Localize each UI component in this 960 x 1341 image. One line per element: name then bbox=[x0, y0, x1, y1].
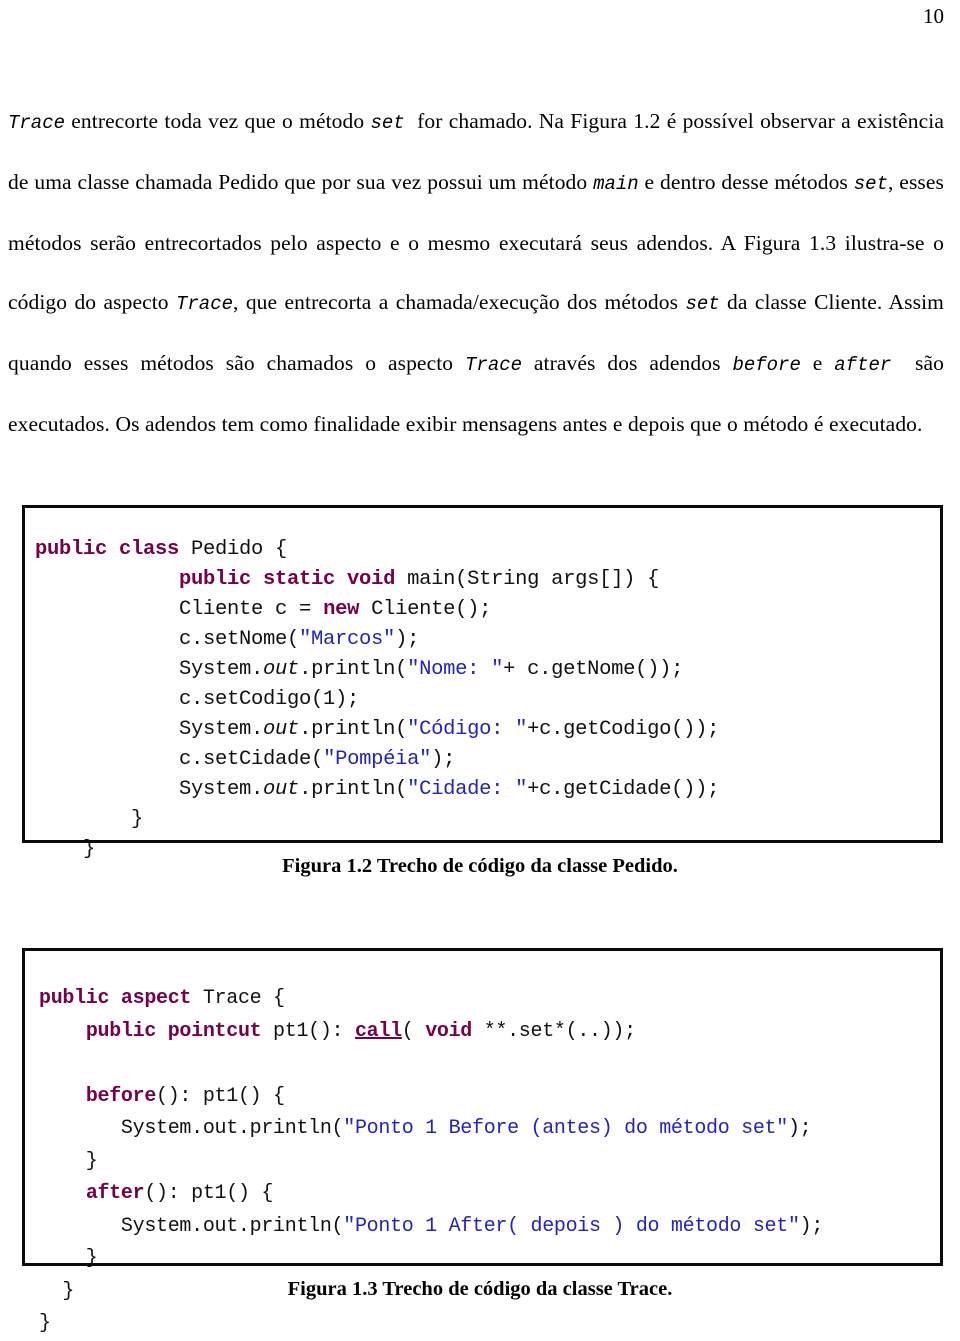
figure-1-2-code-box: public class Pedido { public static void… bbox=[22, 505, 943, 861]
inline-code-set-3: set bbox=[685, 293, 720, 315]
inline-code-main: main bbox=[593, 173, 639, 195]
code-listing-pedido: public class Pedido { public static void… bbox=[35, 537, 720, 861]
inline-code-trace-2: Trace bbox=[176, 293, 234, 315]
figure-1-2-caption: Figura 1.2 Trecho de código da classe Pe… bbox=[282, 855, 678, 877]
inline-code-after: after bbox=[834, 354, 892, 376]
inline-code-set: set bbox=[370, 112, 405, 134]
figure-1-3-caption: Figura 1.3 Trecho de código da classe Tr… bbox=[287, 1278, 673, 1300]
figure-1-3-code-box: public aspect Trace { public pointcut pt… bbox=[22, 948, 943, 1335]
inline-code-set-2: set bbox=[853, 173, 888, 195]
inline-code-trace: Trace bbox=[8, 112, 66, 134]
body-text: Trace entrecorte toda vez que o método s… bbox=[8, 92, 944, 454]
page-number: 10 bbox=[923, 4, 944, 28]
paragraph-main: Trace entrecorte toda vez que o método s… bbox=[8, 109, 944, 436]
inline-code-trace-3: Trace bbox=[465, 354, 523, 376]
inline-code-before: before bbox=[732, 354, 801, 376]
